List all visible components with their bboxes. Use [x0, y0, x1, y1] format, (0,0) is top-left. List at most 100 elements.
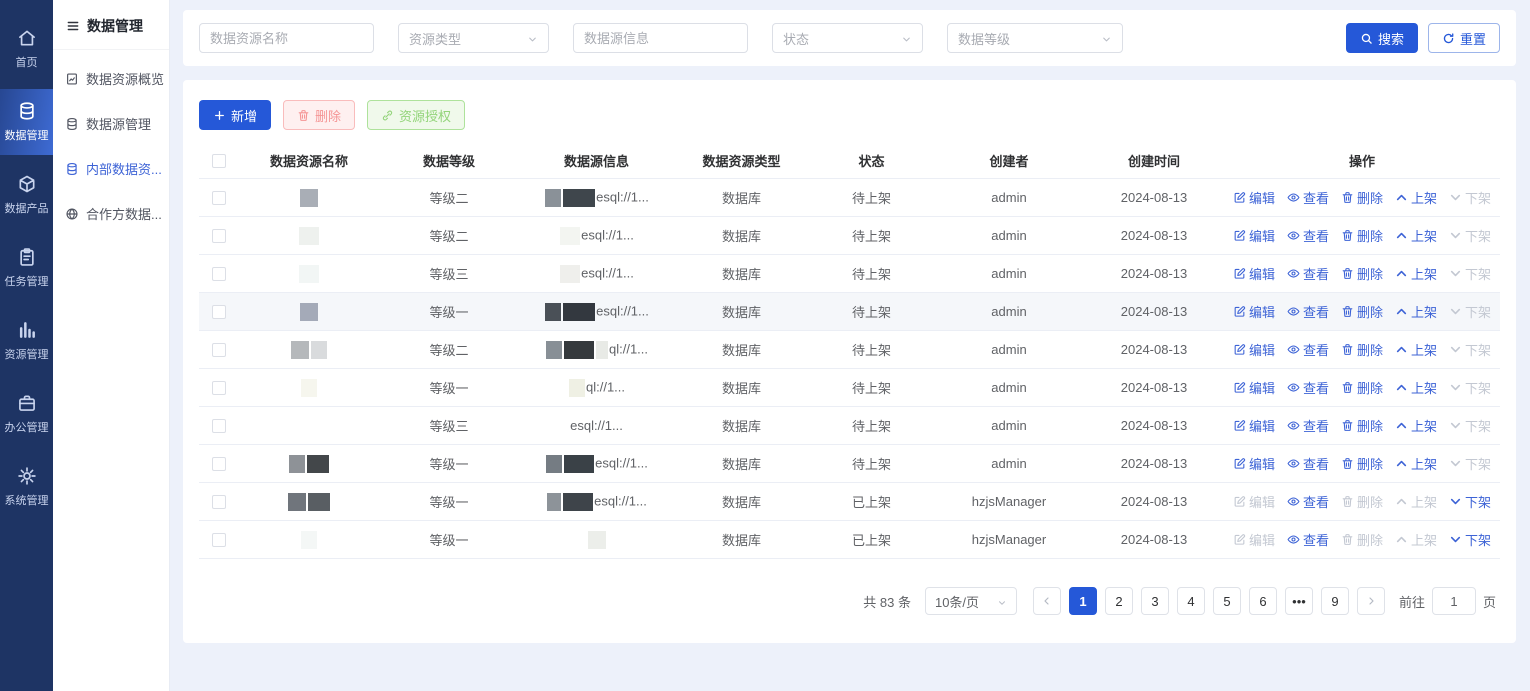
- goto-page-input[interactable]: [1432, 587, 1476, 615]
- up-action[interactable]: 上架: [1395, 302, 1437, 321]
- edit-icon: [1233, 381, 1246, 394]
- page-ellipsis[interactable]: •••: [1285, 587, 1313, 615]
- source-text: esql://1...: [596, 189, 649, 204]
- edit-action[interactable]: 编辑: [1233, 416, 1275, 435]
- edit-action[interactable]: 编辑: [1233, 188, 1275, 207]
- up-action[interactable]: 上架: [1395, 226, 1437, 245]
- authorize-button[interactable]: 资源授权: [367, 100, 465, 130]
- submenu-item-2[interactable]: 内部数据资...: [53, 146, 169, 191]
- page-button-6[interactable]: 6: [1249, 587, 1277, 615]
- view-action[interactable]: 查看: [1287, 454, 1329, 473]
- trash-icon: [1341, 381, 1354, 394]
- edit-action[interactable]: 编辑: [1233, 454, 1275, 473]
- row-checkbox[interactable]: [212, 457, 226, 471]
- resource-type-select[interactable]: 资源类型: [398, 23, 549, 53]
- submenu-item-1[interactable]: 数据源管理: [53, 101, 169, 146]
- row-checkbox[interactable]: [212, 343, 226, 357]
- add-button[interactable]: 新增: [199, 100, 271, 130]
- next-page-button[interactable]: [1357, 587, 1385, 615]
- redacted-block: [300, 189, 318, 207]
- sidebar-item-gear[interactable]: 系统管理: [0, 454, 53, 520]
- up-action[interactable]: 上架: [1395, 264, 1437, 283]
- sidebar-item-chart[interactable]: 资源管理: [0, 308, 53, 374]
- view-action[interactable]: 查看: [1287, 188, 1329, 207]
- page-button-1[interactable]: 1: [1069, 587, 1097, 615]
- edit-action[interactable]: 编辑: [1233, 378, 1275, 397]
- submenu-item-0[interactable]: 数据资源概览: [53, 56, 169, 101]
- delete-action[interactable]: 删除: [1341, 302, 1383, 321]
- view-action[interactable]: 查看: [1287, 416, 1329, 435]
- source-text: esql://1...: [581, 265, 634, 280]
- row-checkbox[interactable]: [212, 305, 226, 319]
- action-label: 删除: [1357, 454, 1383, 473]
- source-info-input[interactable]: [573, 23, 748, 53]
- delete-action[interactable]: 删除: [1341, 188, 1383, 207]
- action-label: 上架: [1411, 226, 1437, 245]
- edit-action[interactable]: 编辑: [1233, 340, 1275, 359]
- reset-button-label: 重置: [1460, 29, 1486, 48]
- row-checkbox[interactable]: [212, 419, 226, 433]
- down-action[interactable]: 下架: [1449, 530, 1491, 549]
- sidebar-item-clipboard[interactable]: 任务管理: [0, 235, 53, 301]
- up-action[interactable]: 上架: [1395, 454, 1437, 473]
- view-action[interactable]: 查看: [1287, 226, 1329, 245]
- view-action[interactable]: 查看: [1287, 264, 1329, 283]
- delete-action[interactable]: 删除: [1341, 226, 1383, 245]
- delete-action[interactable]: 删除: [1341, 454, 1383, 473]
- sidebar-item-cube[interactable]: 数据产品: [0, 162, 53, 228]
- edit-action[interactable]: 编辑: [1233, 264, 1275, 283]
- page-button-2[interactable]: 2: [1105, 587, 1133, 615]
- delete-button[interactable]: 删除: [283, 100, 355, 130]
- up-action[interactable]: 上架: [1395, 378, 1437, 397]
- reset-button[interactable]: 重置: [1428, 23, 1500, 53]
- view-action[interactable]: 查看: [1287, 302, 1329, 321]
- view-action[interactable]: 查看: [1287, 530, 1329, 549]
- search-button[interactable]: 搜索: [1346, 23, 1418, 53]
- sidebar-item-briefcase[interactable]: 办公管理: [0, 381, 53, 447]
- creator-cell: admin: [934, 407, 1084, 445]
- delete-action[interactable]: 删除: [1341, 340, 1383, 359]
- row-checkbox[interactable]: [212, 381, 226, 395]
- delete-action[interactable]: 删除: [1341, 264, 1383, 283]
- action-label: 编辑: [1249, 416, 1275, 435]
- up-action[interactable]: 上架: [1395, 416, 1437, 435]
- status-cell: 待上架: [809, 445, 934, 483]
- view-action[interactable]: 查看: [1287, 378, 1329, 397]
- submenu-item-3[interactable]: 合作方数据...: [53, 191, 169, 236]
- up-action[interactable]: 上架: [1395, 340, 1437, 359]
- row-checkbox[interactable]: [212, 495, 226, 509]
- delete-action[interactable]: 删除: [1341, 416, 1383, 435]
- page-button-4[interactable]: 4: [1177, 587, 1205, 615]
- action-label: 删除: [1357, 530, 1383, 549]
- select-all-checkbox[interactable]: [212, 154, 226, 168]
- checkbox-cell: [199, 179, 239, 217]
- checkbox-cell: [199, 331, 239, 369]
- page-button-9[interactable]: 9: [1321, 587, 1349, 615]
- redacted-block: [596, 341, 608, 359]
- row-checkbox[interactable]: [212, 229, 226, 243]
- sidebar-item-database[interactable]: 数据管理: [0, 89, 53, 155]
- delete-action[interactable]: 删除: [1341, 378, 1383, 397]
- view-action[interactable]: 查看: [1287, 340, 1329, 359]
- down-action: 下架: [1449, 340, 1491, 359]
- row-checkbox[interactable]: [212, 267, 226, 281]
- sidebar-item-home[interactable]: 首页: [0, 16, 53, 82]
- action-label: 编辑: [1249, 340, 1275, 359]
- page-size-select[interactable]: 10条/页: [925, 587, 1017, 615]
- prev-page-button[interactable]: [1033, 587, 1061, 615]
- page-button-5[interactable]: 5: [1213, 587, 1241, 615]
- status-select[interactable]: 状态: [772, 23, 923, 53]
- data-level-select[interactable]: 数据等级: [947, 23, 1123, 53]
- down-action[interactable]: 下架: [1449, 492, 1491, 511]
- up-action[interactable]: 上架: [1395, 188, 1437, 207]
- page-button-3[interactable]: 3: [1141, 587, 1169, 615]
- row-checkbox[interactable]: [212, 191, 226, 205]
- redacted-block: [547, 493, 561, 511]
- checkbox-cell: [199, 369, 239, 407]
- column-header: 状态: [809, 144, 934, 179]
- edit-action[interactable]: 编辑: [1233, 226, 1275, 245]
- resource-name-input[interactable]: [199, 23, 374, 53]
- row-checkbox[interactable]: [212, 533, 226, 547]
- view-action[interactable]: 查看: [1287, 492, 1329, 511]
- edit-action[interactable]: 编辑: [1233, 302, 1275, 321]
